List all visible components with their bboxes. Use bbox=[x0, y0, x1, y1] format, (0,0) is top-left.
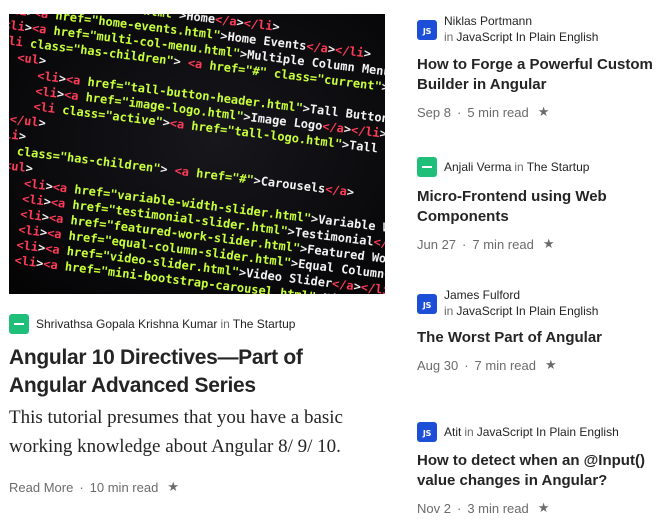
list-item-footer: Aug 30 · 7 min read ★ bbox=[417, 357, 557, 373]
separator: · bbox=[462, 236, 467, 252]
separator: · bbox=[464, 357, 469, 373]
read-time: 10 min read bbox=[89, 479, 159, 495]
in-label: in bbox=[220, 317, 230, 331]
member-star-icon: ★ bbox=[544, 357, 557, 372]
read-time: 5 min read bbox=[467, 104, 529, 120]
code-line: <ul> bbox=[9, 158, 34, 175]
read-time: 7 min read bbox=[474, 357, 536, 373]
publish-date: Sep 8 bbox=[417, 104, 451, 120]
javascript-in-plain-english-icon[interactable]: JS bbox=[417, 422, 437, 442]
in-label: in bbox=[444, 30, 454, 44]
featured-byline: Shrivathsa Gopala Krishna Kumar in The S… bbox=[9, 314, 295, 334]
list-item-title[interactable]: Micro-Frontend using Web Components bbox=[417, 187, 656, 227]
list-item-footer: Jun 27 · 7 min read ★ bbox=[417, 236, 554, 252]
publication-link[interactable]: The Startup bbox=[527, 160, 590, 174]
list-item-byline: Anjali Verma in The Startup bbox=[417, 157, 589, 177]
member-star-icon: ★ bbox=[537, 500, 550, 515]
read-more-link[interactable]: Read More bbox=[9, 480, 73, 495]
read-time: 7 min read bbox=[472, 236, 534, 252]
code-screenshot-image: <li><a href="index.html">Home</a></li><l… bbox=[9, 14, 385, 294]
list-item-footer: Sep 8 · 5 min read ★ bbox=[417, 104, 549, 120]
publish-date: Aug 30 bbox=[417, 357, 459, 373]
author-link[interactable]: Atit bbox=[444, 425, 461, 439]
the-startup-publication-icon[interactable] bbox=[417, 157, 437, 177]
member-star-icon: ★ bbox=[537, 104, 550, 119]
publish-date: Nov 2 bbox=[417, 500, 451, 516]
list-item-footer: Nov 2 · 3 min read ★ bbox=[417, 500, 549, 516]
author-link[interactable]: James Fulford bbox=[444, 287, 598, 303]
member-star-icon: ★ bbox=[542, 236, 555, 251]
separator: · bbox=[456, 500, 462, 516]
featured-subtitle[interactable]: This tutorial presumes that you have a b… bbox=[9, 403, 379, 461]
javascript-in-plain-english-icon[interactable]: JS bbox=[417, 20, 437, 40]
featured-image[interactable]: <li><a href="index.html">Home</a></li><l… bbox=[9, 14, 385, 294]
list-item-title[interactable]: The Worst Part of Angular bbox=[417, 328, 656, 348]
publication-link[interactable]: JavaScript In Plain English bbox=[456, 304, 598, 318]
separator: · bbox=[79, 479, 84, 495]
publication-link[interactable]: The Startup bbox=[233, 317, 296, 331]
list-item-byline: JS Niklas Portmann in JavaScript In Plain… bbox=[417, 13, 598, 45]
read-time: 3 min read bbox=[467, 500, 529, 516]
list-item-title[interactable]: How to detect when an @Input() value cha… bbox=[417, 451, 656, 491]
javascript-in-plain-english-icon[interactable]: JS bbox=[417, 294, 437, 314]
list-item-byline: JS James Fulford in JavaScript In Plain E… bbox=[417, 287, 598, 319]
the-startup-publication-icon[interactable] bbox=[9, 314, 29, 334]
in-label: in bbox=[444, 304, 454, 318]
publication-link[interactable]: JavaScript In Plain English bbox=[477, 425, 619, 439]
separator: · bbox=[456, 104, 462, 120]
featured-title[interactable]: Angular 10 Directives—Part of Angular Ad… bbox=[9, 344, 379, 400]
author-link[interactable]: Anjali Verma bbox=[444, 160, 511, 174]
list-item-byline: JS Atit in JavaScript In Plain English bbox=[417, 422, 619, 442]
author-link[interactable]: Shrivathsa Gopala Krishna Kumar bbox=[36, 317, 217, 331]
list-item-title[interactable]: How to Forge a Powerful Custom Builder i… bbox=[417, 55, 656, 95]
author-link[interactable]: Niklas Portmann bbox=[444, 13, 598, 29]
member-star-icon: ★ bbox=[167, 479, 179, 494]
in-label: in bbox=[514, 160, 524, 174]
publication-link[interactable]: JavaScript In Plain English bbox=[456, 30, 598, 44]
in-label: in bbox=[464, 425, 474, 439]
publish-date: Jun 27 bbox=[417, 236, 457, 252]
featured-footer: Read More · 10 min read ★ bbox=[9, 479, 179, 495]
